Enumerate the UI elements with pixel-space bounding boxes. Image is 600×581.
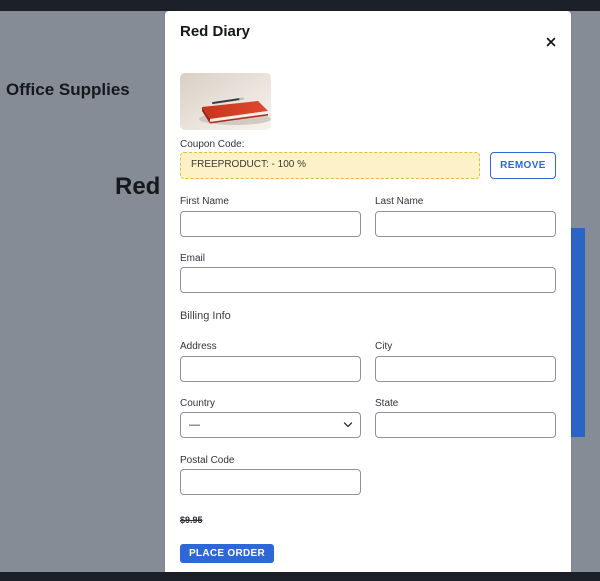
first-name-label: First Name — [180, 196, 229, 207]
country-select[interactable]: — — [180, 412, 361, 438]
country-selected-value: — — [189, 419, 200, 431]
email-label: Email — [180, 253, 206, 264]
page-blue-panel — [570, 228, 585, 437]
chevron-down-icon — [343, 421, 353, 429]
address-input[interactable] — [180, 356, 361, 382]
postal-code-input[interactable] — [180, 469, 361, 495]
state-input[interactable] — [375, 412, 556, 438]
state-label: State — [375, 398, 399, 409]
address-label: Address — [180, 341, 217, 352]
close-icon — [546, 37, 556, 47]
page-product-title: Red — [115, 173, 161, 200]
checkout-modal: Red Diary Coupon Code: FREEPRODUCT: - 10… — [165, 11, 571, 572]
city-input[interactable] — [375, 356, 556, 382]
email-input[interactable] — [180, 267, 556, 293]
billing-info-heading: Billing Info — [180, 310, 231, 322]
first-name-input[interactable] — [180, 211, 361, 237]
original-price: $9.95 — [180, 515, 203, 525]
last-name-input[interactable] — [375, 211, 556, 237]
page-top-bar — [0, 0, 600, 11]
remove-coupon-button[interactable]: REMOVE — [490, 152, 556, 179]
city-label: City — [375, 341, 393, 352]
country-label: Country — [180, 398, 216, 409]
coupon-code-display: FREEPRODUCT: - 100 % — [180, 152, 480, 179]
product-image — [180, 73, 271, 130]
postal-code-label: Postal Code — [180, 455, 235, 466]
modal-title: Red Diary — [180, 23, 251, 40]
place-order-button[interactable]: PLACE ORDER — [180, 544, 274, 563]
page-bottom-bar — [0, 572, 600, 581]
page-category-heading: Office Supplies — [6, 80, 130, 99]
coupon-label: Coupon Code: — [180, 139, 245, 150]
last-name-label: Last Name — [375, 196, 424, 207]
close-button[interactable] — [541, 32, 561, 52]
